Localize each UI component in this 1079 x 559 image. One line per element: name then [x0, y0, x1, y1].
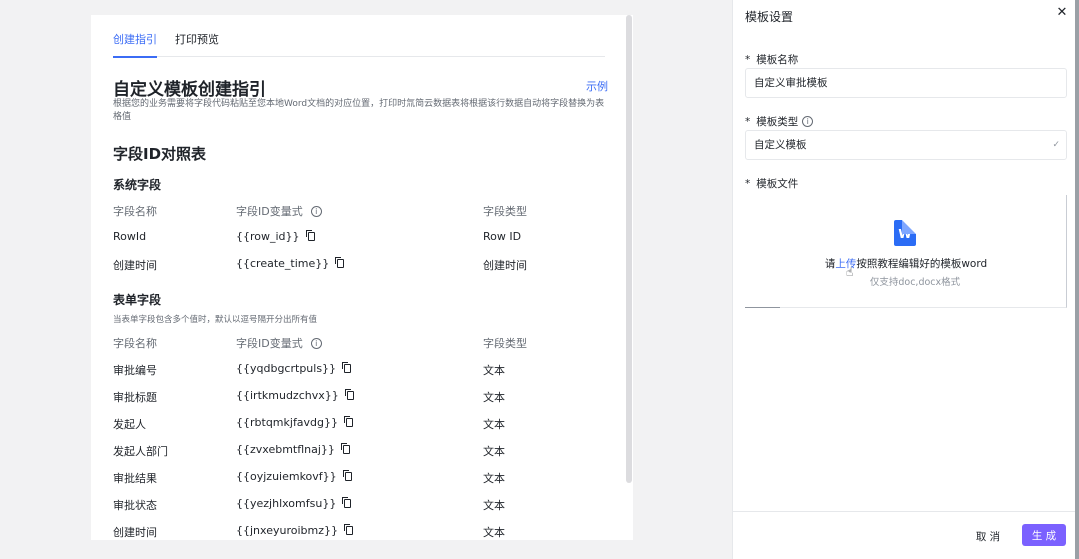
table-row: 创建时间 {{create_time}} 创建时间	[113, 257, 527, 272]
copy-icon[interactable]	[344, 389, 354, 400]
tab-print-preview[interactable]: 打印预览	[175, 32, 219, 57]
template-type-select[interactable]: 自定义模板 ✓	[745, 130, 1067, 160]
form-fields-note: 当表单字段包含多个值时，默认以逗号隔开分出所有值	[113, 315, 318, 325]
template-name-label: * 模板名称	[745, 53, 799, 67]
guide-card: 创建指引 打印预览 自定义模板创建指引 示例 根据您的业务需要将字段代码粘贴至您…	[91, 15, 633, 540]
copy-icon[interactable]	[344, 416, 354, 427]
tab-create-guide[interactable]: 创建指引	[113, 32, 157, 58]
table-row: RowId {{row_id}} Row ID	[113, 230, 522, 243]
header-field-name: 字段名称	[113, 205, 157, 218]
table-row: 审批状态 {{yezjhlxomfsu}} 文本	[113, 497, 505, 512]
drawer-footer: 取 消 生 成	[733, 511, 1079, 559]
table-row: 发起人部门 {{zvxebmtflnaj}} 文本	[113, 443, 505, 458]
header-field-id: 字段ID变量式	[236, 205, 303, 218]
form-fields-title: 表单字段	[113, 293, 162, 307]
system-fields-title: 系统字段	[113, 178, 162, 192]
window-edge	[1075, 0, 1079, 559]
table-row: 审批结果 {{oyjzuiemkovf}} 文本	[113, 470, 505, 485]
hand-cursor-icon: ☝	[846, 265, 854, 279]
info-icon[interactable]: i	[310, 337, 322, 349]
copy-icon[interactable]	[335, 257, 345, 268]
template-type-label: * 模板类型 i	[745, 114, 814, 129]
table-row: 创建时间 {{jnxeyuroibmz}} 文本	[113, 524, 505, 539]
guide-description: 根据您的业务需要将字段代码粘贴至您本地Word文档的对应位置，打印时氚简云数据表…	[113, 99, 605, 122]
copy-icon[interactable]	[340, 443, 350, 454]
copy-icon[interactable]	[343, 524, 353, 535]
upload-format-hint: 仅支持doc,docx格式	[869, 277, 961, 288]
copy-icon[interactable]	[342, 362, 352, 373]
copy-icon[interactable]	[342, 497, 352, 508]
info-icon[interactable]: i	[802, 116, 814, 127]
table-row: 审批标题 {{irtkmudzchvx}} 文本	[113, 389, 505, 404]
guide-scrollbar[interactable]	[626, 15, 632, 483]
file-upload-area[interactable]: W 请上传按照教程编辑好的模板word 仅支持doc,docx格式 ☝	[745, 195, 1067, 308]
chevron-down-icon: ✓	[1052, 140, 1060, 150]
page-title: 自定义模板创建指引	[113, 80, 266, 100]
table-row: 审批编号 {{yqdbgcrtpuls}} 文本	[113, 362, 505, 377]
example-link[interactable]: 示例	[586, 78, 608, 94]
guide-tabs: 创建指引 打印预览	[113, 32, 605, 58]
info-icon[interactable]: i	[310, 205, 322, 217]
template-settings-drawer: 模板设置 ✕ * 模板名称 自定义审批模板 * 模板类型 i 自定义模板 ✓ * 模板文…	[732, 0, 1079, 559]
system-fields-header: 字段名称 字段ID变量式 i 字段类型	[113, 203, 613, 221]
word-file-icon: W	[894, 220, 916, 246]
close-icon[interactable]: ✕	[1055, 6, 1069, 20]
form-fields-header: 字段名称 字段ID变量式 i 字段类型	[113, 337, 527, 350]
generate-button[interactable]: 生 成	[1022, 524, 1066, 546]
cancel-button[interactable]: 取 消	[966, 524, 1010, 548]
copy-icon[interactable]	[342, 470, 352, 481]
copy-icon[interactable]	[305, 230, 315, 241]
table-row: 发起人 {{rbtqmkjfavdg}} 文本	[113, 416, 505, 431]
drawer-title: 模板设置	[745, 10, 794, 24]
template-file-label: * 模板文件	[745, 177, 799, 191]
upload-instruction: 请上传按照教程编辑好的模板word	[824, 258, 988, 270]
mapping-table-title: 字段ID对照表	[113, 145, 207, 163]
template-name-input[interactable]: 自定义审批模板	[745, 68, 1067, 98]
header-field-type: 字段类型	[483, 205, 527, 218]
